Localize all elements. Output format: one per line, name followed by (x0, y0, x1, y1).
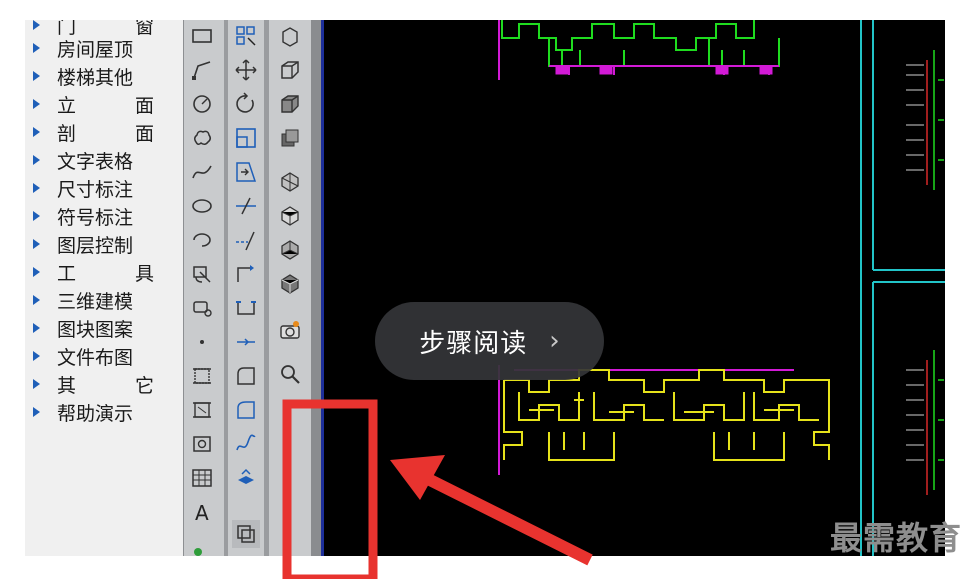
highlight-box (282, 399, 378, 579)
chevron-right-icon: › (549, 326, 560, 356)
annotation-arrow-shaft (417, 469, 593, 566)
red-annotation (282, 399, 593, 579)
watermark-logo: 最需教育 (829, 519, 962, 557)
step-reading-button[interactable]: 步骤阅读 › (375, 302, 604, 380)
step-reading-label: 步骤阅读 (419, 328, 528, 359)
